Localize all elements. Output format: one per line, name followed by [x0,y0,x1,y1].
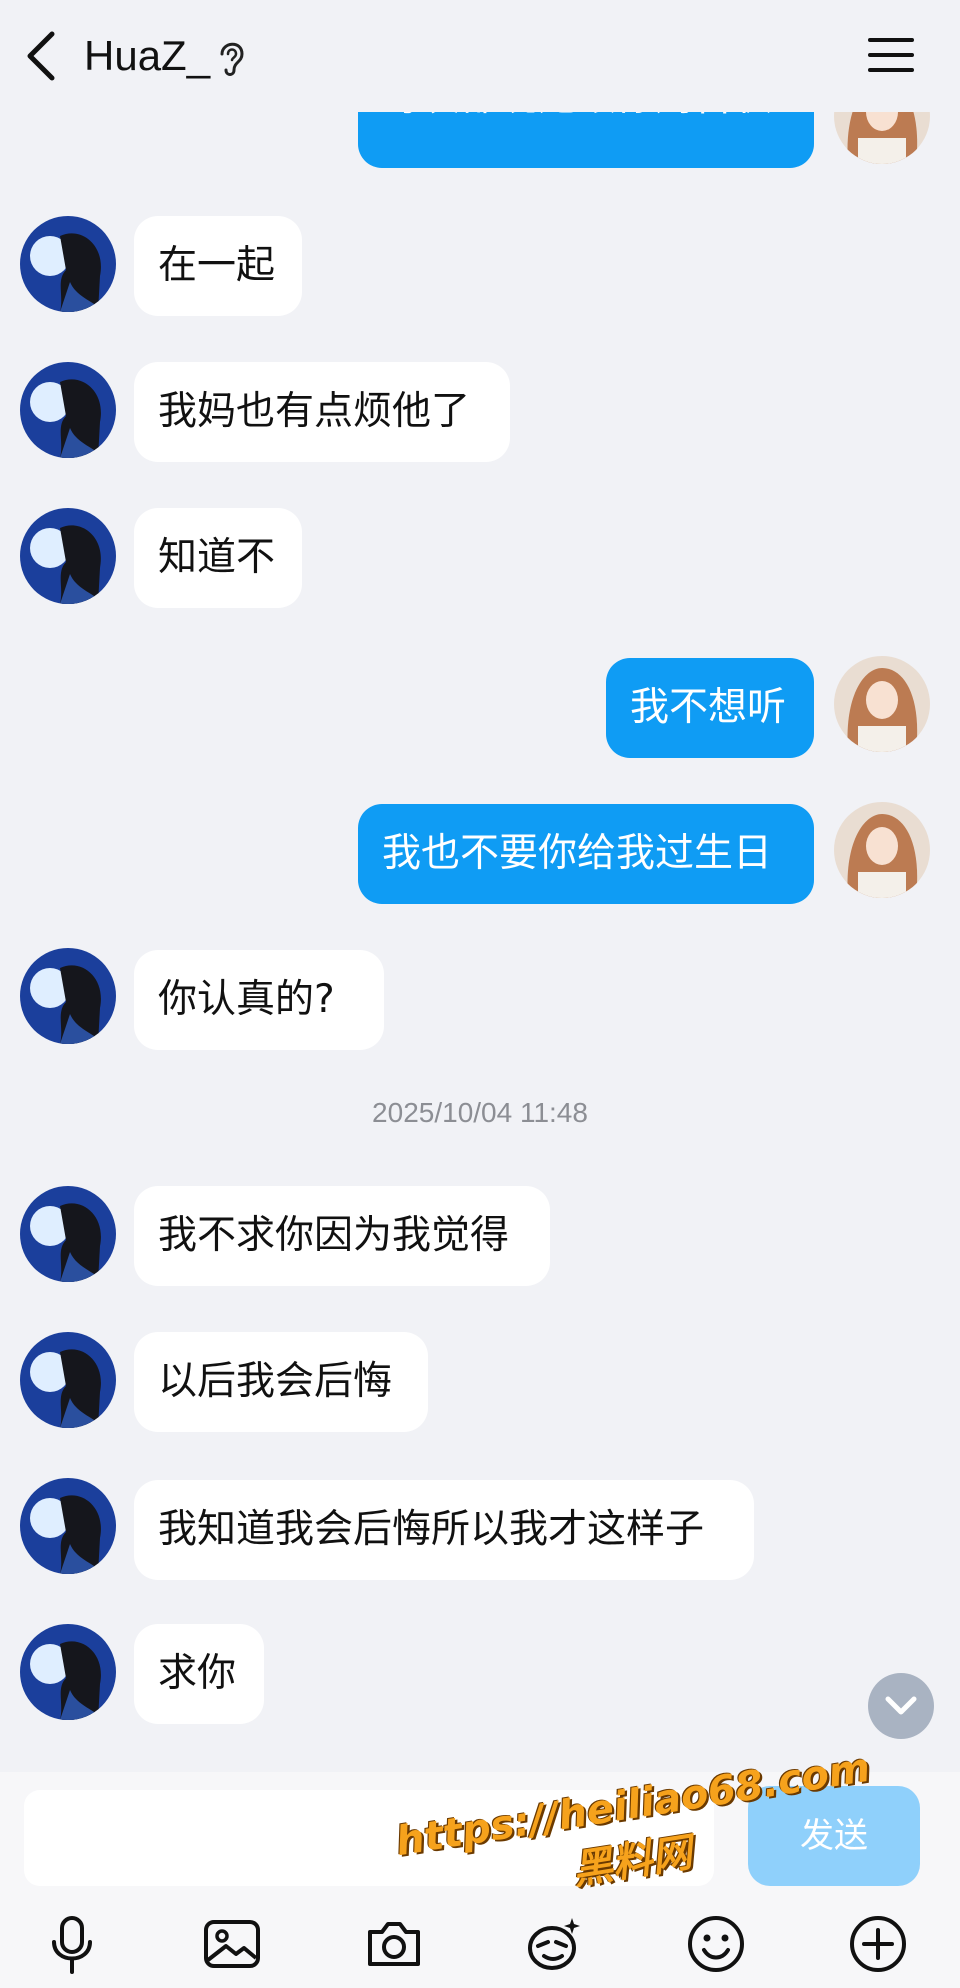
hamburger-menu-icon[interactable] [866,32,916,78]
message-bubble-incoming[interactable]: 你认真的? [134,950,384,1050]
chevron-left-icon[interactable] [20,26,64,86]
message-bubble-incoming[interactable]: 我知道我会后悔所以我才这样子 [134,1480,754,1580]
avatar-contact[interactable] [20,1332,116,1428]
message-bubble-outgoing[interactable]: 我也不要你给我过生日 [358,804,814,904]
avatar-contact[interactable] [20,1186,116,1282]
avatar-contact[interactable] [20,216,116,312]
avatar-self[interactable] [834,802,930,898]
image-icon[interactable] [200,1912,264,1976]
avatar-contact[interactable] [20,508,116,604]
chat-header: HuaZ_ [0,0,960,112]
chat-title[interactable]: HuaZ_ [84,28,210,84]
microphone-icon[interactable] [40,1912,104,1976]
plus-icon[interactable] [846,1912,910,1976]
ear-icon [220,42,244,76]
avatar-contact[interactable] [20,362,116,458]
emoji-icon[interactable] [684,1912,748,1976]
avatar-contact[interactable] [20,948,116,1044]
message-bubble-outgoing[interactable]: 我不想听 [606,658,814,758]
message-bubble-incoming[interactable]: 我妈也有点烦他了 [134,362,510,462]
avatar-contact[interactable] [20,1478,116,1574]
message-bubble-incoming[interactable]: 求你 [134,1624,264,1724]
message-bubble-incoming[interactable]: 以后我会后悔 [134,1332,428,1432]
avatar-contact[interactable] [20,1624,116,1720]
chevron-down-icon [885,1696,917,1715]
message-timestamp: 2025/10/04 11:48 [372,1097,588,1128]
avatar-self[interactable] [834,656,930,752]
message-bubble-incoming[interactable]: 我不求你因为我觉得 [134,1186,550,1286]
scroll-to-bottom-button[interactable] [868,1673,934,1739]
message-bubble-incoming[interactable]: 知道不 [134,508,302,608]
message-bubble-incoming[interactable]: 在一起 [134,216,302,316]
